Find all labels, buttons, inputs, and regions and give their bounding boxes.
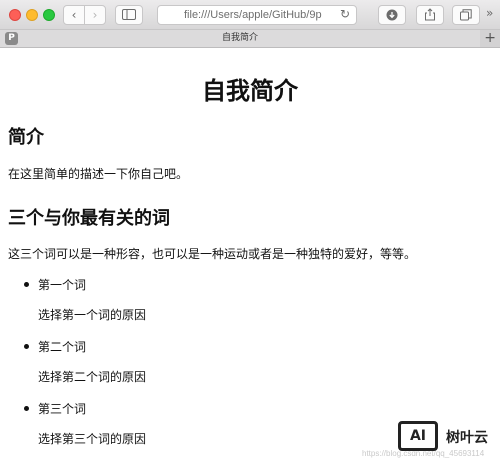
download-icon <box>386 9 398 21</box>
word-item-1: 第一个词 <box>38 278 87 292</box>
forward-button[interactable]: › <box>84 5 106 25</box>
new-tab-icon[interactable]: + <box>484 30 496 47</box>
word-reason-1: 选择第一个词的原因 <box>38 308 147 322</box>
address-bar[interactable]: file:///Users/apple/GitHub/9p ↻ <box>157 5 357 25</box>
list-bullet <box>24 282 29 287</box>
page-title: 自我简介 <box>202 76 298 105</box>
address-text: file:///Users/apple/GitHub/9p <box>184 9 322 21</box>
word-item-2: 第二个词 <box>38 340 87 354</box>
word-reason-2: 选择第二个词的原因 <box>38 370 147 384</box>
share-icon <box>425 8 435 21</box>
list-bullet <box>24 406 29 411</box>
back-icon: ‹ <box>71 8 77 22</box>
word-reason-3: 选择第三个词的原因 <box>38 432 147 446</box>
tab-current[interactable]: P 自我简介 <box>0 30 480 47</box>
fullscreen-window-button[interactable] <box>43 9 55 21</box>
back-button[interactable]: ‹ <box>63 5 85 25</box>
section-heading-intro: 简介 <box>8 127 44 148</box>
tab-title: 自我简介 <box>221 33 258 43</box>
close-window-button[interactable] <box>9 9 21 21</box>
intro-text: 在这里简单的描述一下你自己吧。 <box>8 167 189 181</box>
minimize-window-button[interactable] <box>26 9 38 21</box>
words-description: 这三个词可以是一种形容，也可以是一种运动或者是一种独特的爱好，等等。 <box>8 247 417 261</box>
overflow-icon[interactable]: » <box>486 6 493 20</box>
tab-bar: P 自我简介 + <box>0 30 500 48</box>
sidebar-button[interactable] <box>115 5 143 25</box>
downloads-button[interactable] <box>378 5 406 25</box>
sidebar-icon <box>122 9 136 20</box>
tabs-icon <box>460 9 472 21</box>
ai-logo-icon: AI <box>398 421 438 451</box>
watermark-brand: 树叶云 <box>446 430 488 446</box>
list-bullet <box>24 344 29 349</box>
word-item-3: 第三个词 <box>38 402 87 416</box>
watermark-logo: AI 树叶云 <box>398 421 496 455</box>
show-tabs-button[interactable] <box>452 5 480 25</box>
share-button[interactable] <box>416 5 444 25</box>
page-content: 自我简介 简介 在这里简单的描述一下你自己吧。 三个与你最有关的词 这三个词可以… <box>0 48 500 467</box>
reload-icon[interactable]: ↻ <box>340 7 350 21</box>
forward-icon: › <box>92 8 98 22</box>
pinned-tab[interactable]: P <box>5 32 18 45</box>
window-titlebar: ‹ › file:///Users/apple/GitHub/9p ↻ » <box>0 0 500 30</box>
section-heading-words: 三个与你最有关的词 <box>8 208 170 229</box>
